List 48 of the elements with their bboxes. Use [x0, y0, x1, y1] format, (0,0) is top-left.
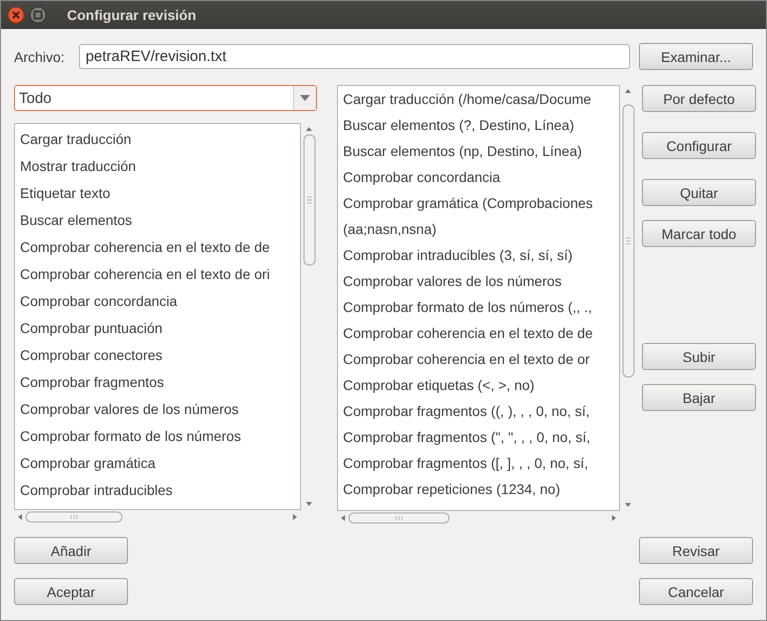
list-item[interactable]: Buscar elementos: [15, 207, 300, 234]
list-item[interactable]: Comprobar repeticiones (1234, no): [338, 476, 619, 502]
side-button[interactable]: Bajar: [642, 384, 756, 411]
list-item[interactable]: Comprobar concordancia: [15, 288, 300, 315]
filter-dropdown[interactable]: Todo: [14, 85, 317, 111]
side-button[interactable]: Marcar todo: [642, 220, 756, 247]
file-label: Archivo:: [14, 48, 65, 64]
list-item[interactable]: Comprobar fragmentos (", ", , , 0, no, sí,: [338, 424, 619, 450]
close-icon[interactable]: [7, 6, 25, 24]
side-button[interactable]: Configurar: [642, 132, 756, 159]
list-item[interactable]: Cargar traducción (/home/casa/Docume: [338, 86, 619, 112]
list-item[interactable]: Etiquetar texto: [15, 180, 300, 207]
list-item[interactable]: Comprobar fragmentos ((, ), , , 0, no, sí,: [338, 398, 619, 424]
list-item[interactable]: Comprobar intraducibles: [15, 477, 300, 504]
list-item[interactable]: Comprobar etiquetas (<, >, no): [338, 372, 619, 398]
list-item[interactable]: Comprobar coherencia en el texto de ori: [15, 261, 300, 288]
list-item[interactable]: Comprobar coherencia en el texto de or: [338, 346, 619, 372]
list-item[interactable]: Comprobar intraducibles (3, sí, sí, sí): [338, 242, 619, 268]
list-item[interactable]: Comprobar puntuación: [15, 315, 300, 342]
list-item[interactable]: Comprobar fragmentos: [15, 369, 300, 396]
list-item[interactable]: Comprobar coherencia en el texto de de: [338, 320, 619, 346]
list-item[interactable]: Comprobar gramática: [15, 450, 300, 477]
list-item[interactable]: Mostrar traducción: [15, 153, 300, 180]
window-title: Configurar revisión: [67, 7, 196, 23]
list-item[interactable]: Comprobar fragmentos ([, ], , , 0, no, sí,: [338, 450, 619, 476]
list-item[interactable]: Comprobar valores de los números: [15, 396, 300, 423]
list-item[interactable]: (aa;nasn,nsna): [338, 216, 619, 242]
file-path-field[interactable]: petraREV/revision.txt: [78, 44, 630, 69]
list-item[interactable]: Comprobar concordancia: [338, 164, 619, 190]
dialog-button[interactable]: Revisar: [639, 537, 753, 564]
list-item[interactable]: Comprobar formato de los números (,, .,: [338, 294, 619, 320]
list-item[interactable]: Cargar traducción: [15, 126, 300, 153]
list-item[interactable]: Buscar elementos (?, Destino, Línea): [338, 112, 619, 138]
list-item[interactable]: Comprobar coherencia en el texto de de: [15, 234, 300, 261]
list-item[interactable]: Comprobar conectores: [15, 342, 300, 369]
side-button[interactable]: Subir: [642, 343, 756, 370]
list-item[interactable]: Comprobar valores de los números: [338, 268, 619, 294]
browse-button[interactable]: Examinar...: [639, 43, 753, 70]
dropdown-arrow-icon: [300, 95, 310, 101]
side-button[interactable]: Quitar: [642, 179, 756, 206]
dialog-button[interactable]: Cancelar: [639, 578, 753, 605]
side-button[interactable]: Por defecto: [642, 85, 756, 112]
maximize-icon[interactable]: [29, 6, 47, 24]
list-item[interactable]: Comprobar formato de los números: [15, 423, 300, 450]
dialog-button[interactable]: Añadir: [14, 537, 128, 564]
list-item[interactable]: Comprobar gramática (Comprobaciones: [338, 190, 619, 216]
dialog-button[interactable]: Aceptar: [14, 578, 128, 605]
list-item[interactable]: Buscar elementos (np, Destino, Línea): [338, 138, 619, 164]
